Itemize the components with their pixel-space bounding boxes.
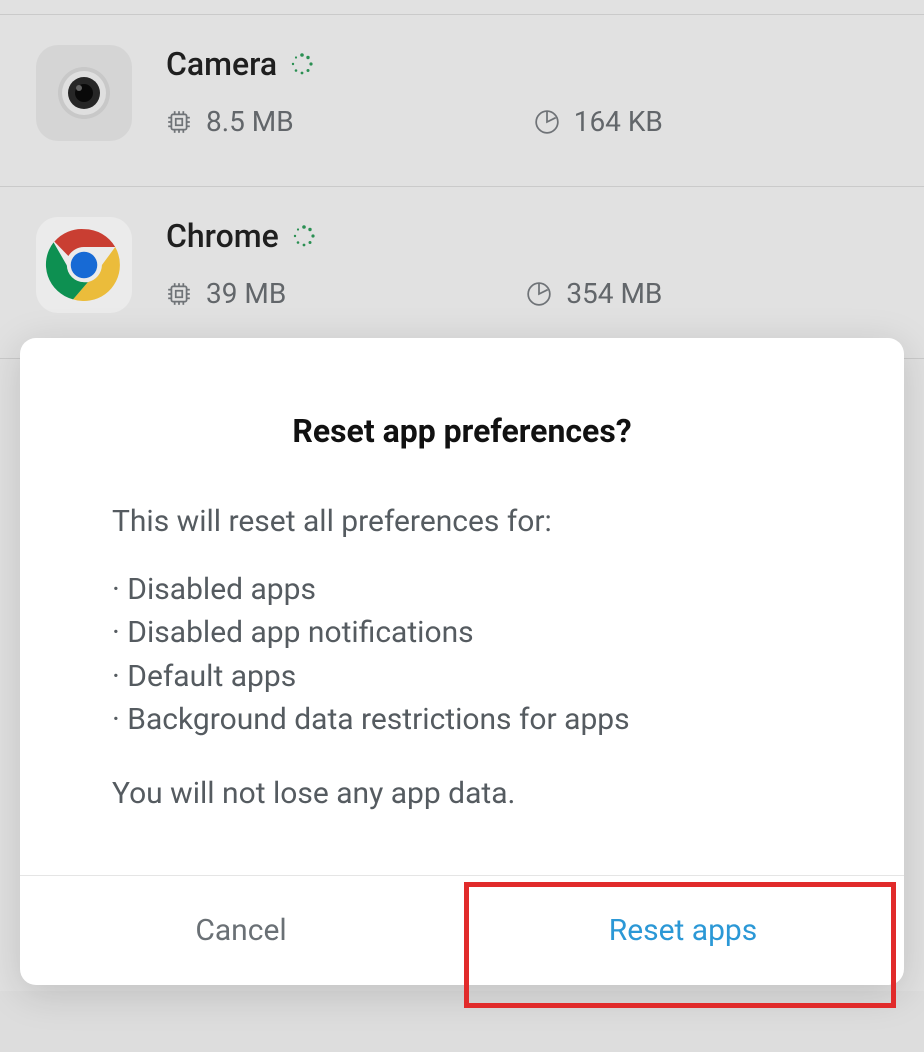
- dialog-actions: Cancel Reset apps: [20, 875, 904, 985]
- data-size: 164 KB: [534, 105, 663, 138]
- list-item-partial-top[interactable]: [0, 0, 924, 15]
- dialog-lead: This will reset all preferences for:: [112, 500, 812, 544]
- bullet-item: Disabled apps: [112, 568, 812, 612]
- storage-size: 39 MB: [166, 277, 286, 310]
- loading-icon: [291, 53, 313, 75]
- bullet-item: Background data restrictions for apps: [112, 698, 812, 742]
- dialog-body: This will reset all preferences for: Dis…: [20, 500, 904, 875]
- bullet-item: Default apps: [112, 655, 812, 699]
- storage-value: 8.5 MB: [206, 105, 294, 138]
- storage-size: 8.5 MB: [166, 105, 294, 138]
- cancel-button[interactable]: Cancel: [20, 876, 462, 985]
- app-name: Camera: [166, 45, 277, 83]
- bullet-item: Disabled app notifications: [112, 611, 812, 655]
- dialog-note: You will not lose any app data.: [112, 772, 812, 816]
- data-value: 164 KB: [574, 105, 663, 138]
- reset-apps-button[interactable]: Reset apps: [462, 876, 904, 985]
- chrome-app-icon: [36, 217, 132, 313]
- app-info: Chrome: [166, 211, 888, 310]
- data-size: 354 MB: [526, 277, 662, 310]
- list-item[interactable]: Chrome: [0, 187, 924, 359]
- loading-icon: [293, 225, 315, 247]
- storage-value: 39 MB: [206, 277, 286, 310]
- data-value: 354 MB: [566, 277, 662, 310]
- dialog-bullets: Disabled apps Disabled app notifications…: [112, 568, 812, 742]
- list-item[interactable]: Camera: [0, 15, 924, 187]
- dialog-title: Reset app preferences?: [20, 338, 904, 500]
- app-name: Chrome: [166, 217, 279, 255]
- camera-app-icon: [36, 45, 132, 141]
- reset-preferences-dialog: Reset app preferences? This will reset a…: [20, 338, 904, 985]
- app-info: Camera: [166, 39, 888, 138]
